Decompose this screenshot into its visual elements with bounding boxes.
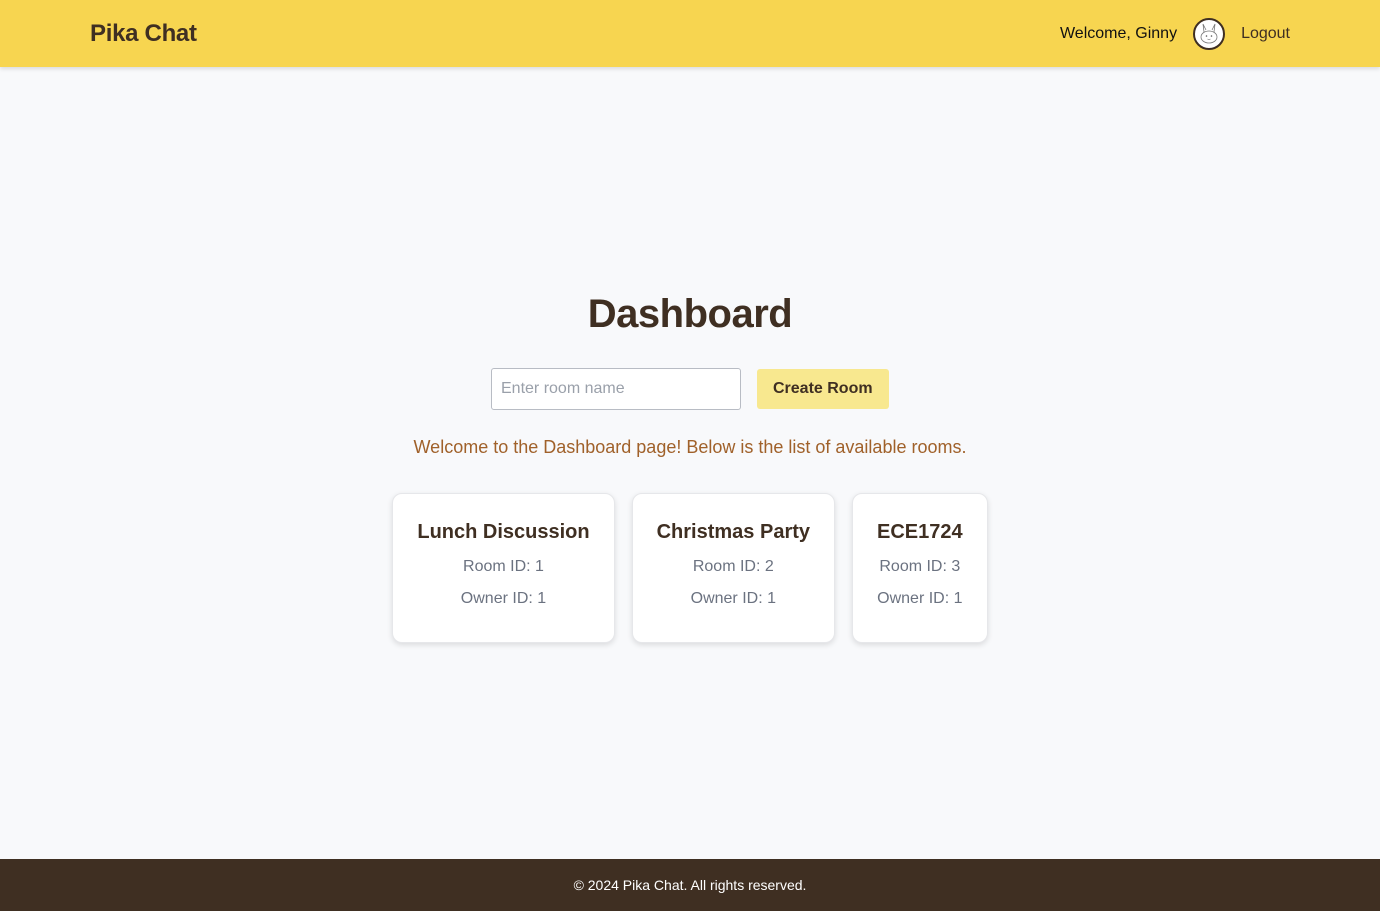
page-title: Dashboard [587,292,793,336]
top-nav-bar: Pika Chat Welcome, Ginny Logout [0,0,1380,67]
room-id: Room ID: 2 [692,558,774,575]
owner-id: Owner ID: 1 [460,590,547,607]
room-card[interactable]: ECE1724 Room ID: 3 Owner ID: 1 [852,493,988,643]
pikachu-avatar-icon [1200,23,1218,43]
room-list: Lunch Discussion Room ID: 1 Owner ID: 1 … [0,493,1380,643]
avatar[interactable] [1193,17,1226,50]
dashboard-main: Dashboard Create Room Welcome to the Das… [0,67,1380,859]
footer: © 2024 Pika Chat. All rights reserved. [0,859,1380,911]
brand-logo[interactable]: Pika Chat [90,20,197,48]
user-area: Welcome, Ginny Logout [1059,17,1290,50]
create-room-form: Create Room [491,368,889,410]
owner-id: Owner ID: 1 [877,590,963,607]
create-room-button[interactable]: Create Room [757,369,889,409]
intro-text: Welcome to the Dashboard page! Below is … [413,437,967,457]
room-id: Room ID: 1 [463,558,544,575]
owner-id: Owner ID: 1 [690,590,776,607]
welcome-text: Welcome, Ginny [1059,24,1178,42]
room-name: ECE1724 [877,521,963,543]
room-name-input[interactable] [491,368,741,410]
copyright-text: © 2024 Pika Chat. All rights reserved. [573,877,807,893]
room-id: Room ID: 3 [879,558,961,575]
room-card[interactable]: Lunch Discussion Room ID: 1 Owner ID: 1 [392,493,615,643]
room-name: Lunch Discussion [417,521,590,543]
logout-link[interactable]: Logout [1241,25,1290,43]
room-card[interactable]: Christmas Party Room ID: 2 Owner ID: 1 [631,493,836,643]
room-name: Christmas Party [656,521,811,543]
